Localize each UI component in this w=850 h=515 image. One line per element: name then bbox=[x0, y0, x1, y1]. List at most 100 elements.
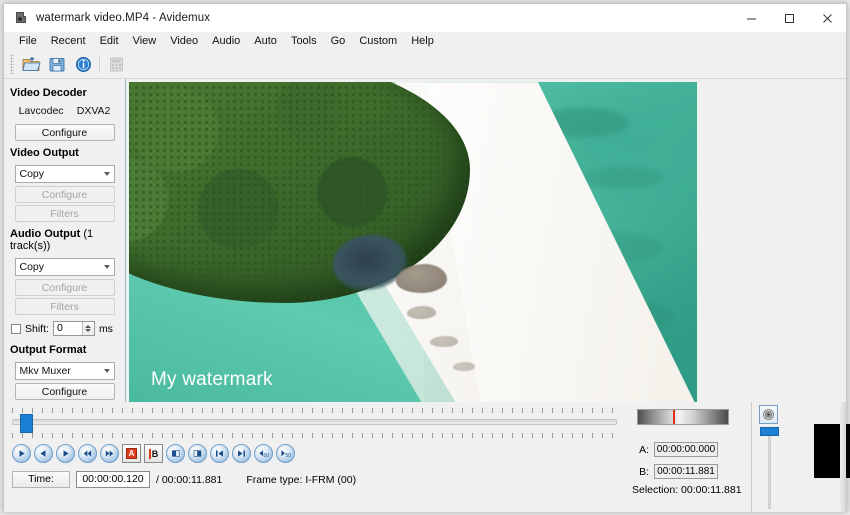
transport-controls: A B 50 50 bbox=[12, 444, 629, 463]
save-file-icon[interactable] bbox=[44, 52, 70, 76]
go-to-marker-a-button[interactable] bbox=[166, 444, 185, 463]
menu-view[interactable]: View bbox=[126, 33, 164, 50]
chevron-down-icon bbox=[103, 369, 110, 373]
time-button[interactable]: Time: bbox=[12, 471, 70, 488]
audio-shift-row: Shift: 0 ms bbox=[4, 317, 125, 340]
status-row: Time: 00:00:00.120 / 00:00:11.881 Frame … bbox=[12, 471, 629, 488]
rewind-button[interactable] bbox=[78, 444, 97, 463]
volume-slider-track[interactable] bbox=[768, 427, 771, 509]
menu-custom[interactable]: Custom bbox=[352, 33, 404, 50]
menu-edit[interactable]: Edit bbox=[93, 33, 126, 50]
timeline-ticks-bottom bbox=[12, 433, 617, 438]
navigation-gradient-bar[interactable] bbox=[637, 409, 729, 425]
marker-b-value[interactable]: 00:00:11.881 bbox=[654, 464, 718, 479]
output-format-title: Output Format bbox=[10, 344, 87, 356]
mark-b-tick bbox=[148, 448, 151, 459]
sidebar-panel: Video Decoder Lavcodec DXVA2 Configure V… bbox=[4, 79, 126, 402]
speaker-icon[interactable] bbox=[759, 405, 778, 424]
forward-50-frames-button[interactable]: 50 bbox=[276, 444, 295, 463]
output-format-value: Mkv Muxer bbox=[19, 365, 71, 377]
close-icon[interactable] bbox=[808, 4, 846, 32]
selection-duration-label: Selection: 00:00:11.881 bbox=[632, 484, 742, 496]
selection-panel: A: 00:00:00.000 B: 00:00:11.881 Selectio… bbox=[629, 402, 850, 512]
output-format-select[interactable]: Mkv Muxer bbox=[14, 362, 115, 380]
mark-a-label: A bbox=[126, 448, 137, 459]
frame-type-label: Frame type: bbox=[246, 473, 303, 486]
audio-shift-value: 0 bbox=[56, 322, 63, 334]
audio-output-filters-button[interactable]: Filters bbox=[14, 298, 115, 315]
audio-shift-checkbox[interactable] bbox=[11, 323, 21, 334]
audio-output-configure-button[interactable]: Configure bbox=[14, 279, 115, 296]
window-title: watermark video.MP4 - Avidemux bbox=[36, 12, 211, 24]
minimize-icon[interactable] bbox=[732, 4, 770, 32]
video-decoder-info: Lavcodec DXVA2 bbox=[4, 102, 125, 122]
watermark-text: My watermark bbox=[151, 369, 273, 390]
app-window: watermark video.MP4 - Avidemux File Rece… bbox=[3, 3, 850, 512]
forward-button[interactable] bbox=[100, 444, 119, 463]
open-file-icon[interactable] bbox=[18, 52, 44, 76]
mark-a-button[interactable]: A bbox=[122, 444, 141, 463]
chevron-down-icon bbox=[103, 172, 110, 176]
toolbar-grip[interactable] bbox=[10, 54, 14, 74]
next-frame-button[interactable] bbox=[56, 444, 75, 463]
maximize-icon[interactable] bbox=[770, 4, 808, 32]
output-format-configure-button[interactable]: Configure bbox=[14, 383, 115, 400]
stepper-up-icon[interactable] bbox=[85, 325, 92, 328]
decoder-codec: Lavcodec bbox=[18, 105, 64, 117]
menu-audio[interactable]: Audio bbox=[205, 33, 247, 50]
audio-shift-stepper[interactable]: 0 bbox=[52, 321, 95, 336]
timeline-ticks-top bbox=[12, 408, 617, 413]
back-50-frames-button[interactable]: 50 bbox=[254, 444, 273, 463]
menu-file[interactable]: File bbox=[12, 33, 44, 50]
menu-go[interactable]: Go bbox=[324, 33, 353, 50]
rock-formation bbox=[395, 264, 448, 294]
video-output-value: Copy bbox=[19, 168, 45, 180]
marker-b-row: B: 00:00:11.881 bbox=[637, 464, 718, 479]
svg-text:50: 50 bbox=[285, 453, 291, 459]
next-keyframe-button[interactable] bbox=[232, 444, 251, 463]
video-frame[interactable]: My watermark bbox=[129, 82, 697, 407]
current-time-input[interactable]: 00:00:00.120 bbox=[76, 471, 150, 488]
stepper-down-icon[interactable] bbox=[85, 329, 92, 332]
video-decoder-configure-button[interactable]: Configure bbox=[14, 124, 115, 141]
video-output-configure-button[interactable]: Configure bbox=[14, 186, 115, 203]
chevron-down-icon bbox=[103, 265, 110, 269]
timeline-thumb[interactable] bbox=[20, 414, 33, 433]
menu-tools[interactable]: Tools bbox=[284, 33, 324, 50]
avidemux-icon bbox=[12, 9, 30, 27]
audio-shift-unit: ms bbox=[98, 322, 113, 335]
marker-a-value[interactable]: 00:00:00.000 bbox=[654, 442, 718, 457]
mark-b-button[interactable]: B bbox=[144, 444, 163, 463]
volume-slider-thumb[interactable] bbox=[760, 427, 779, 436]
video-output-filters-button[interactable]: Filters bbox=[14, 205, 115, 222]
toolbar-separator bbox=[99, 55, 100, 73]
menu-recent[interactable]: Recent bbox=[44, 33, 93, 50]
previous-frame-button[interactable] bbox=[34, 444, 53, 463]
timeline-rail[interactable] bbox=[12, 419, 617, 425]
frame-type-info: Frame type: I-FRM (00) bbox=[246, 474, 356, 486]
volume-control bbox=[759, 405, 781, 509]
frame-type-value: I-FRM (00) bbox=[305, 473, 357, 486]
menu-auto[interactable]: Auto bbox=[247, 33, 284, 50]
decoder-acceleration: DXVA2 bbox=[76, 105, 111, 117]
info-icon[interactable] bbox=[70, 52, 96, 76]
reef-patch bbox=[583, 166, 663, 190]
audio-output-title-main: Audio Output bbox=[10, 228, 81, 240]
menu-bar: File Recent Edit View Video Audio Auto T… bbox=[4, 32, 846, 50]
marker-a-label: A: bbox=[639, 443, 649, 456]
total-time-label: / 00:00:11.881 bbox=[156, 473, 223, 486]
video-output-select[interactable]: Copy bbox=[14, 165, 115, 183]
audio-shift-label: Shift: bbox=[25, 322, 49, 335]
menu-video[interactable]: Video bbox=[163, 33, 205, 50]
play-button[interactable] bbox=[12, 444, 31, 463]
window-resize-grip[interactable] bbox=[840, 402, 846, 512]
go-to-marker-b-button[interactable] bbox=[188, 444, 207, 463]
video-output-title: Video Output bbox=[10, 147, 79, 159]
mark-b-label: B bbox=[151, 448, 159, 459]
audio-output-select[interactable]: Copy bbox=[14, 258, 115, 276]
stepper-arrows[interactable] bbox=[81, 322, 94, 335]
timeline-slider[interactable] bbox=[12, 408, 617, 438]
calculator-icon bbox=[103, 52, 129, 76]
previous-keyframe-button[interactable] bbox=[210, 444, 229, 463]
menu-help[interactable]: Help bbox=[404, 33, 441, 50]
